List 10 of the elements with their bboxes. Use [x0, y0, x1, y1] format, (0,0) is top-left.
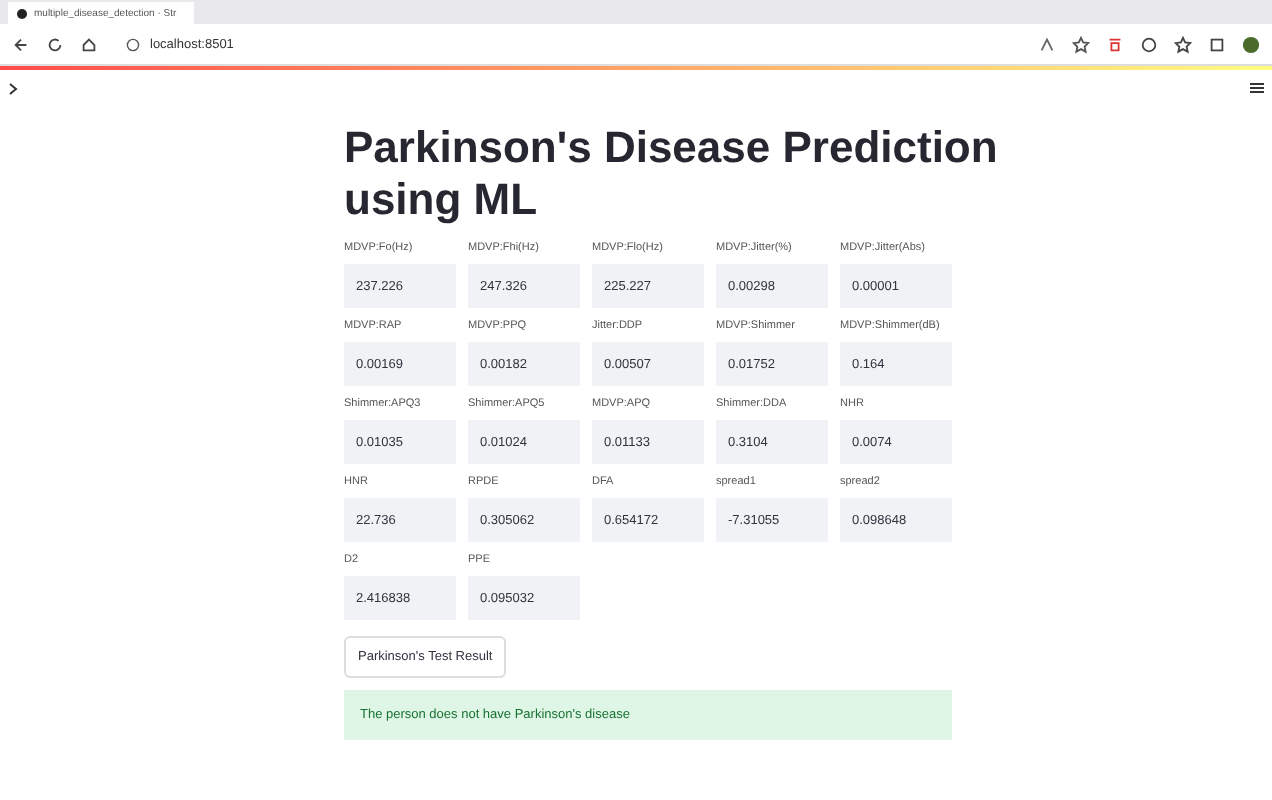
back-icon[interactable]: [12, 35, 30, 53]
menu-icon[interactable]: [1250, 82, 1264, 94]
info-icon: [126, 37, 140, 51]
app-icon: [16, 7, 28, 19]
profile-icon[interactable]: [1242, 35, 1260, 53]
home-icon[interactable]: [80, 35, 98, 53]
refresh-icon[interactable]: [46, 35, 64, 53]
expand-sidebar-icon[interactable]: [8, 82, 20, 96]
favorite-icon[interactable]: [1072, 35, 1090, 53]
page-title: Parkinson's Disease Prediction using ML: [344, 122, 1000, 226]
